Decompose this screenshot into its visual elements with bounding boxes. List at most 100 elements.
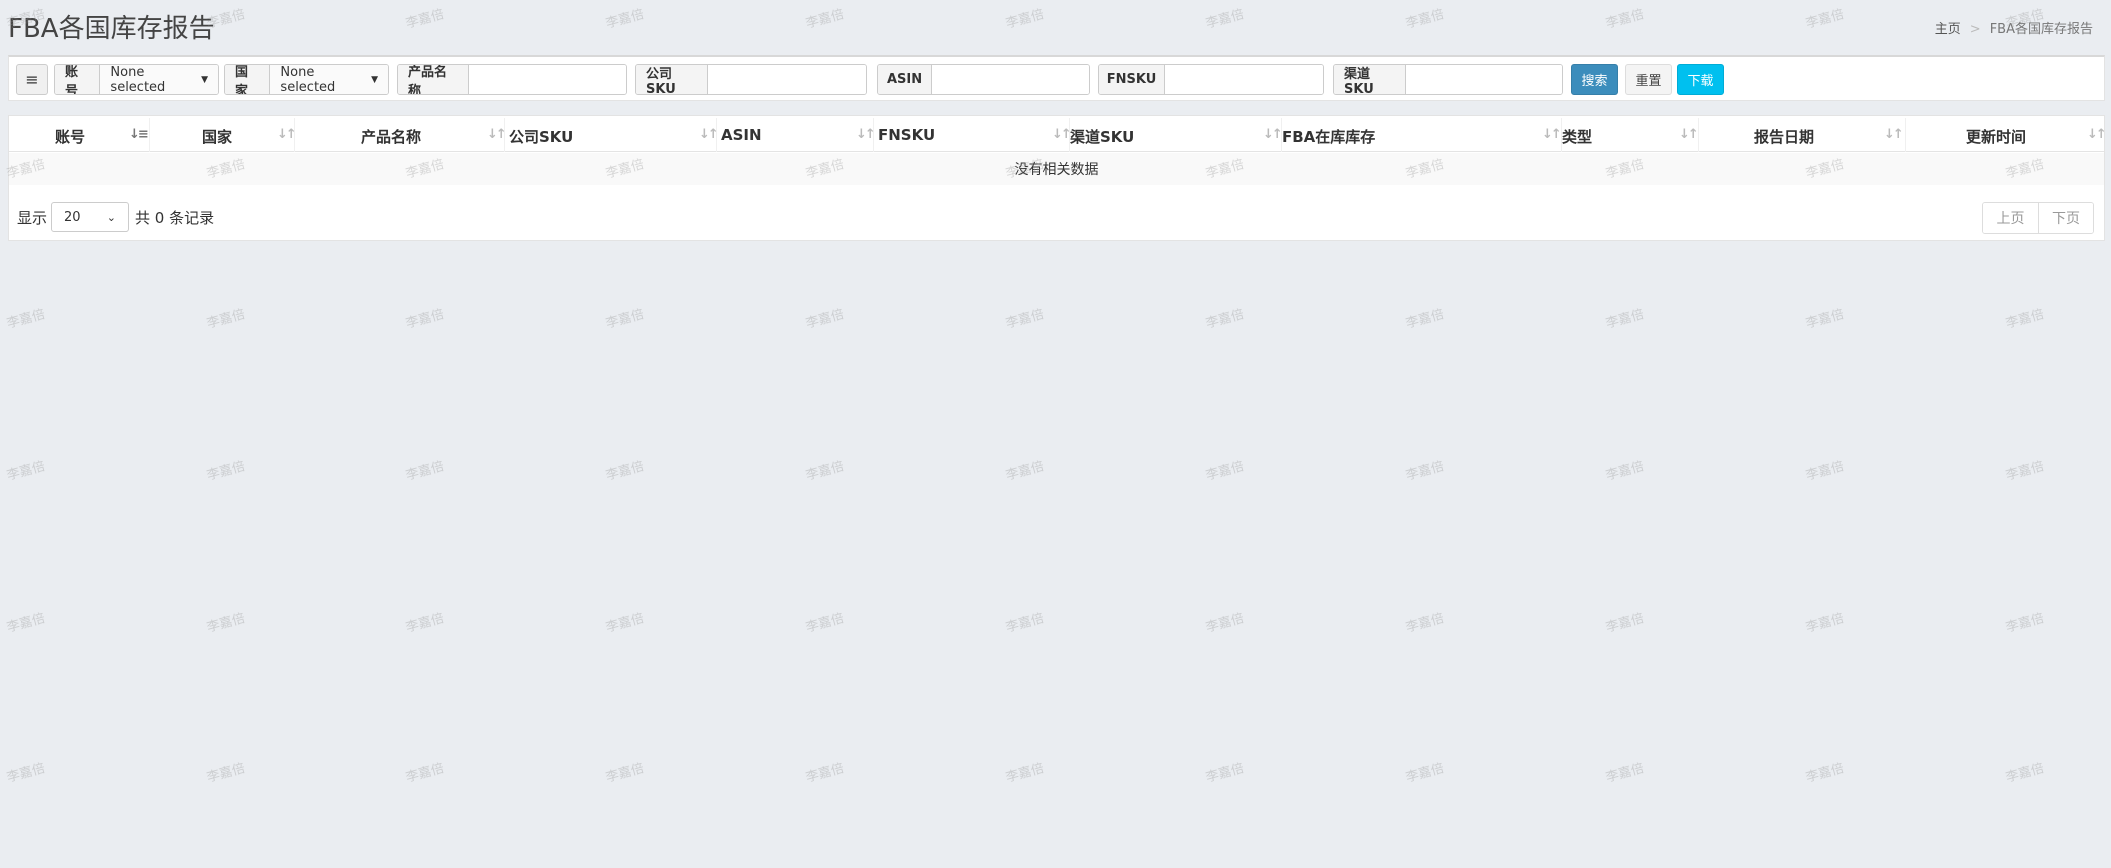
column-header-product-name[interactable]: 产品名称 ↓↑ <box>295 118 507 152</box>
column-label: FNSKU <box>878 126 936 144</box>
watermark-text: 李嘉倍 <box>1204 459 1246 484</box>
watermark-text: 李嘉倍 <box>1004 611 1046 636</box>
sort-icon: ↓↑ <box>1052 127 1072 142</box>
column-header-channel-sku[interactable]: 渠道SKU ↓↑ <box>1070 118 1283 152</box>
country-filter: 国家 None selected ▼ <box>224 64 389 95</box>
account-filter: 账号 None selected ▼ <box>54 64 219 95</box>
column-header-country[interactable]: 国家 ↓↑ <box>150 118 297 152</box>
pager: 上页 下页 <box>1982 202 2094 234</box>
sort-icon: ↓↑ <box>1542 127 1562 142</box>
fnsku-label: FNSKU <box>1099 65 1165 94</box>
hamburger-icon: ≡ <box>25 70 39 89</box>
watermark-text: 李嘉倍 <box>1004 307 1046 332</box>
breadcrumb-separator: > <box>1969 22 1981 37</box>
prev-page-button[interactable]: 上页 <box>1983 203 2038 233</box>
column-header-report-date[interactable]: 报告日期 ↓↑ <box>1699 118 1906 152</box>
country-select-value: None selected <box>280 64 336 95</box>
caret-down-icon: ▼ <box>371 74 378 85</box>
account-filter-label: 账号 <box>55 65 101 94</box>
search-button[interactable]: 搜索 <box>1571 64 1618 95</box>
column-label: 公司SKU <box>509 128 574 146</box>
sort-icon: ↓↑ <box>1263 127 1283 142</box>
breadcrumb-current: FBA各国库存报告 <box>1989 22 2093 37</box>
watermark-text: 李嘉倍 <box>205 611 247 636</box>
watermark-text: 李嘉倍 <box>1404 761 1446 786</box>
column-header-company-sku[interactable]: 公司SKU ↓↑ <box>505 118 719 152</box>
caret-down-icon: ▼ <box>201 74 208 85</box>
watermark-text: 李嘉倍 <box>5 761 47 786</box>
watermark-text: 李嘉倍 <box>1204 307 1246 332</box>
reset-button[interactable]: 重置 <box>1625 64 1672 95</box>
column-label: FBA在库库存 <box>1282 128 1376 146</box>
product-name-label: 产品名称 <box>398 65 469 94</box>
channel-sku-input[interactable] <box>1406 65 1562 94</box>
column-label: 产品名称 <box>361 128 422 146</box>
page-size-value: 20 <box>64 209 81 225</box>
column-label: 类型 <box>1562 128 1593 146</box>
filter-bar: ≡ 账号 None selected ▼ 国家 None selected ▼ 产品… <box>8 55 2105 101</box>
sort-icon: ↓↑ <box>1679 127 1699 142</box>
watermark-text: 李嘉倍 <box>404 307 446 332</box>
watermark-text: 李嘉倍 <box>804 611 846 636</box>
column-label: 更新时间 <box>1966 128 2027 146</box>
asin-filter: ASIN <box>877 64 1090 95</box>
watermark-text: 李嘉倍 <box>205 307 247 332</box>
page-size-select[interactable]: 20 ⌄ <box>51 202 129 232</box>
watermark-text: 李嘉倍 <box>404 459 446 484</box>
watermark-text: 李嘉倍 <box>1804 307 1846 332</box>
sort-icon: ↓≡ <box>129 127 149 142</box>
chevron-down-icon: ⌄ <box>106 210 116 224</box>
sort-icon: ↓↑ <box>699 127 719 142</box>
column-header-fba-stock[interactable]: FBA在库库存 ↓↑ <box>1282 118 1562 152</box>
sort-icon: ↓↑ <box>856 127 876 142</box>
menu-toggle-button[interactable]: ≡ <box>16 64 48 95</box>
watermark-text: 李嘉倍 <box>1404 307 1446 332</box>
watermark-text: 李嘉倍 <box>1204 611 1246 636</box>
asin-label: ASIN <box>878 65 932 94</box>
watermark-text: 李嘉倍 <box>804 307 846 332</box>
fnsku-input[interactable] <box>1165 65 1323 94</box>
download-button[interactable]: 下载 <box>1677 64 1724 95</box>
fnsku-filter: FNSKU <box>1098 64 1324 95</box>
breadcrumb: 主页 > FBA各国库存报告 <box>1935 18 2093 37</box>
watermark-text: 李嘉倍 <box>1804 459 1846 484</box>
watermark-text: 李嘉倍 <box>2004 459 2046 484</box>
company-sku-label: 公司SKU <box>636 65 708 94</box>
table-header: 账号 ↓≡ 国家 ↓↑ 产品名称 ↓↑ 公司SKU ↓↑ ASIN ↓↑ FNS… <box>9 118 2107 152</box>
watermark-text: 李嘉倍 <box>804 459 846 484</box>
watermark-text: 李嘉倍 <box>205 761 247 786</box>
watermark-text: 李嘉倍 <box>2004 761 2046 786</box>
watermark-text: 李嘉倍 <box>1604 761 1646 786</box>
total-records: 共 0 条记录 <box>135 209 215 227</box>
company-sku-input[interactable] <box>708 65 866 94</box>
watermark-text: 李嘉倍 <box>2004 307 2046 332</box>
watermark-text: 李嘉倍 <box>205 459 247 484</box>
watermark-text: 李嘉倍 <box>2004 611 2046 636</box>
column-header-asin[interactable]: ASIN ↓↑ <box>717 118 876 152</box>
watermark-text: 李嘉倍 <box>404 761 446 786</box>
country-select[interactable]: None selected ▼ <box>270 65 388 94</box>
column-label: 国家 <box>202 128 233 146</box>
column-label: 渠道SKU <box>1070 128 1135 146</box>
column-label: 报告日期 <box>1754 128 1815 146</box>
breadcrumb-home-link[interactable]: 主页 <box>1935 22 1961 37</box>
account-select-value: None selected <box>110 64 166 95</box>
page-size-label: 显示 <box>17 209 48 227</box>
next-page-button[interactable]: 下页 <box>2038 203 2093 233</box>
watermark-text: 李嘉倍 <box>1604 459 1646 484</box>
column-label: 账号 <box>55 128 86 146</box>
account-select[interactable]: None selected ▼ <box>100 65 218 94</box>
watermark-text: 李嘉倍 <box>1804 761 1846 786</box>
asin-input[interactable] <box>932 65 1089 94</box>
sort-icon: ↓↑ <box>277 127 297 142</box>
product-name-input[interactable] <box>469 65 626 94</box>
empty-state-row: 没有相关数据 <box>9 153 2104 185</box>
watermark-text: 李嘉倍 <box>604 307 646 332</box>
column-header-type[interactable]: 类型 ↓↑ <box>1562 118 1699 152</box>
column-header-update-time[interactable]: 更新时间 ↓↑ <box>1906 118 2107 152</box>
column-header-account[interactable]: 账号 ↓≡ <box>9 118 150 152</box>
product-name-filter: 产品名称 <box>397 64 627 95</box>
company-sku-filter: 公司SKU <box>635 64 867 95</box>
pagination-bar: 显示 20 ⌄ 共 0 条记录 上页 下页 <box>9 199 2104 234</box>
column-header-fnsku[interactable]: FNSKU ↓↑ <box>874 118 1072 152</box>
